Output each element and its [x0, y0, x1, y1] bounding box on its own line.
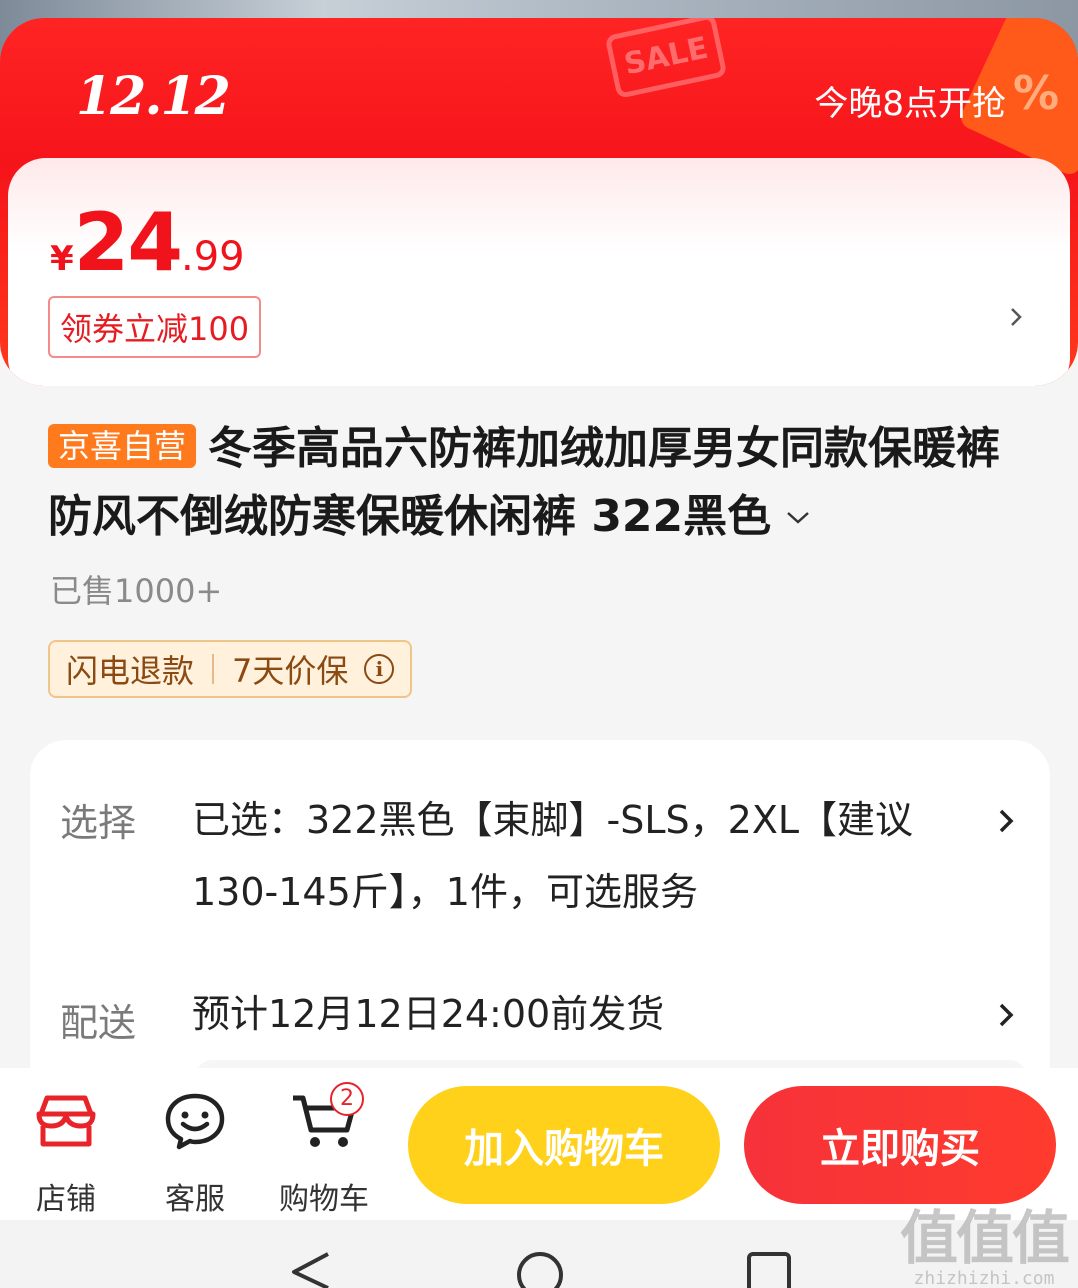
service-chip-price-protect: 7天价保 — [232, 652, 349, 690]
bottom-action-bar: 店铺 客服 2 购物车 加入购物车 立即购买 — [0, 1068, 1078, 1220]
store-icon — [16, 1086, 116, 1156]
recent-apps-icon[interactable] — [746, 1250, 792, 1288]
buy-now-button[interactable]: 立即购买 — [744, 1086, 1056, 1204]
customer-service-icon — [145, 1086, 245, 1156]
sale-tag: SALE — [604, 18, 728, 99]
watermark-logo: 值值值 — [899, 1204, 1070, 1272]
cart-count-badge: 2 — [330, 1082, 364, 1116]
delivery-value[interactable]: 预计12月12日24:00前发货 — [192, 978, 972, 1050]
select-value[interactable]: 已选：322黑色【束脚】-SLS，2XL【建议130-145斤】，1件，可选服务 — [192, 784, 972, 928]
watermark-url: zhizhizhi.com — [913, 1268, 1055, 1288]
nav-customer-service[interactable]: 客服 — [145, 1086, 245, 1218]
price-panel[interactable]: ¥ 24 .99 领券立减100 — [8, 158, 1070, 386]
event-logo: 12.12 — [76, 66, 231, 127]
nav-cart-label: 购物车 — [279, 1182, 369, 1217]
chip-divider — [212, 654, 215, 684]
watermark: 值值值 zhizhizhi.com — [899, 1204, 1070, 1288]
store-badge: 京喜自营 — [48, 424, 197, 468]
product-title-block[interactable]: 京喜自营 冬季高品六防裤加绒加厚男女同款保暖裤防风不倒绒防寒保暖休闲裤 322黑色 — [48, 418, 1038, 548]
select-label: 选择 — [60, 801, 137, 845]
service-chips[interactable]: 闪电退款 7天价保 i — [48, 640, 413, 698]
chevron-right-icon[interactable] — [1008, 306, 1028, 326]
product-title: 京喜自营 冬季高品六防裤加绒加厚男女同款保暖裤防风不倒绒防寒保暖休闲裤 322黑色 — [48, 418, 1038, 548]
home-icon[interactable] — [515, 1250, 565, 1288]
percent-icon: % — [1013, 66, 1060, 120]
nav-customer-service-label: 客服 — [165, 1182, 225, 1217]
sold-count: 已售1000+ — [50, 572, 223, 610]
price-currency: ¥ — [50, 239, 74, 279]
chevron-right-icon[interactable] — [998, 808, 1014, 834]
chevron-down-icon[interactable] — [785, 480, 811, 542]
back-icon[interactable] — [288, 1250, 332, 1288]
cart-icon: 2 — [274, 1082, 374, 1156]
chevron-right-icon[interactable] — [998, 1002, 1014, 1028]
add-to-cart-button[interactable]: 加入购物车 — [408, 1086, 720, 1204]
info-icon[interactable]: i — [364, 654, 395, 684]
nav-store[interactable]: 店铺 — [16, 1086, 116, 1218]
coupon-badge[interactable]: 领券立减100 — [48, 296, 262, 358]
nav-store-label: 店铺 — [36, 1182, 96, 1217]
promo-banner: SALE % 12.12 今晚8点开抢 ¥ 24 .99 领券立减100 — [0, 18, 1078, 386]
event-time: 今晚8点开抢 — [814, 84, 1006, 124]
price-decimal: .99 — [181, 234, 245, 280]
service-chip-refund: 闪电退款 — [66, 652, 195, 690]
nav-cart[interactable]: 2 购物车 — [274, 1082, 374, 1218]
price: ¥ 24 .99 — [50, 196, 245, 289]
delivery-label: 配送 — [60, 1001, 137, 1045]
price-integer: 24 — [73, 196, 183, 289]
